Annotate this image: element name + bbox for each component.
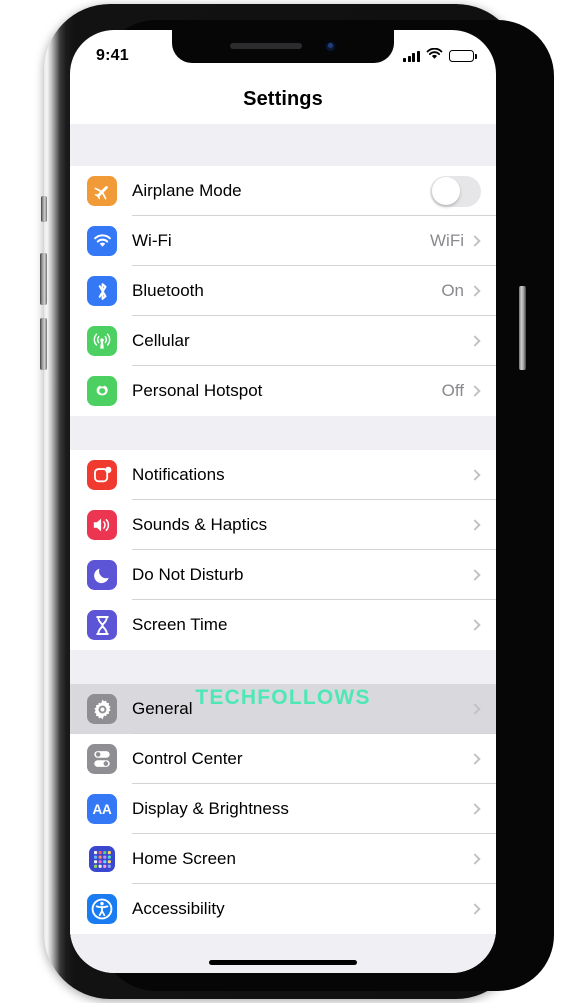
chevron-right-icon <box>469 619 481 631</box>
airplane-icon <box>87 176 117 206</box>
settings-row-label: Control Center <box>132 749 243 768</box>
gear-icon <box>87 694 117 724</box>
airplane-mode-toggle[interactable] <box>430 175 481 207</box>
settings-row-label: Screen Time <box>132 615 228 634</box>
settings-row-value: Off <box>441 381 464 400</box>
display-notch <box>172 30 394 63</box>
notifications-badge-icon <box>87 460 117 490</box>
accessibility-icon <box>87 894 117 924</box>
display-brightness-aa-icon: AA <box>87 794 117 824</box>
settings-row-accessibility[interactable]: Accessibility <box>70 884 496 934</box>
settings-row-label: Cellular <box>132 331 190 350</box>
mute-switch-button[interactable] <box>41 196 47 222</box>
settings-row-display-brightness[interactable]: AA Display & Brightness <box>70 784 496 834</box>
cellular-antenna-icon <box>87 326 117 356</box>
home-indicator[interactable] <box>209 960 357 965</box>
chevron-right-icon <box>469 235 481 247</box>
power-button[interactable] <box>519 286 526 370</box>
wifi-icon <box>87 226 117 256</box>
settings-row-wi-fi[interactable]: Wi-Fi WiFi <box>70 216 496 266</box>
settings-row-label: Do Not Disturb <box>132 565 244 584</box>
page-title: Settings <box>243 87 323 110</box>
settings-row-label: Display & Brightness <box>132 799 289 818</box>
settings-row-label: Personal Hotspot <box>132 381 263 400</box>
wifi-icon <box>426 47 443 65</box>
settings-row-airplane-mode[interactable]: Airplane Mode <box>70 166 496 216</box>
cellular-signal-icon <box>403 50 420 62</box>
settings-row-sounds-haptics[interactable]: Sounds & Haptics <box>70 500 496 550</box>
chevron-right-icon <box>469 803 481 815</box>
phone-screen: 9:41 Settings Airplane Mode Wi-Fi WiFi Blue… <box>70 30 496 973</box>
settings-row-label: Airplane Mode <box>132 181 242 200</box>
moon-icon <box>87 560 117 590</box>
settings-row-control-center[interactable]: Control Center <box>70 734 496 784</box>
volume-up-button[interactable] <box>40 253 47 305</box>
settings-row-general[interactable]: General <box>70 684 496 734</box>
earpiece-speaker <box>230 43 302 49</box>
status-bar-time: 9:41 <box>96 47 129 64</box>
speaker-waves-icon <box>87 510 117 540</box>
chevron-right-icon <box>469 903 481 915</box>
control-center-icon <box>87 744 117 774</box>
settings-group-gap <box>70 416 496 450</box>
settings-row-label: Sounds & Haptics <box>132 515 268 534</box>
chevron-right-icon <box>469 385 481 397</box>
battery-full-icon <box>449 50 477 62</box>
chevron-right-icon <box>469 519 481 531</box>
chevron-right-icon <box>469 469 481 481</box>
toggle-knob <box>431 177 460 205</box>
chevron-right-icon <box>469 569 481 581</box>
settings-row-label: Notifications <box>132 465 225 484</box>
hotspot-link-icon <box>87 376 117 406</box>
settings-group-gap <box>70 650 496 684</box>
chevron-right-icon <box>469 753 481 765</box>
bluetooth-icon <box>87 276 117 306</box>
settings-group-connectivity: Airplane Mode Wi-Fi WiFi Bluetooth On Cellula… <box>70 166 496 416</box>
settings-row-label: Accessibility <box>132 899 225 918</box>
chevron-right-icon <box>469 703 481 715</box>
settings-row-cellular[interactable]: Cellular <box>70 316 496 366</box>
settings-group-system: General Control Center AA Display & Brightn… <box>70 684 496 934</box>
home-screen-grid-icon <box>87 844 117 874</box>
settings-list[interactable]: Airplane Mode Wi-Fi WiFi Bluetooth On Cellula… <box>70 124 496 973</box>
settings-row-screen-time[interactable]: Screen Time <box>70 600 496 650</box>
chevron-right-icon <box>469 285 481 297</box>
settings-group-alerts: Notifications Sounds & Haptics Do Not Dist… <box>70 450 496 650</box>
settings-row-label: General <box>132 699 193 718</box>
volume-down-button[interactable] <box>40 318 47 370</box>
settings-row-notifications[interactable]: Notifications <box>70 450 496 500</box>
settings-row-do-not-disturb[interactable]: Do Not Disturb <box>70 550 496 600</box>
settings-row-label: Bluetooth <box>132 281 204 300</box>
status-bar-indicators <box>403 47 477 65</box>
front-camera-icon <box>324 40 337 53</box>
settings-row-value: On <box>441 281 464 300</box>
hourglass-icon <box>87 610 117 640</box>
navigation-bar: Settings <box>70 74 496 124</box>
settings-row-bluetooth[interactable]: Bluetooth On <box>70 266 496 316</box>
chevron-right-icon <box>469 853 481 865</box>
list-top-gap <box>70 124 496 166</box>
settings-row-label: Wi-Fi <box>132 231 172 250</box>
settings-row-home-screen[interactable]: Home Screen <box>70 834 496 884</box>
settings-row-label: Home Screen <box>132 849 236 868</box>
chevron-right-icon <box>469 335 481 347</box>
settings-row-personal-hotspot[interactable]: Personal Hotspot Off <box>70 366 496 416</box>
settings-row-value: WiFi <box>430 231 464 250</box>
